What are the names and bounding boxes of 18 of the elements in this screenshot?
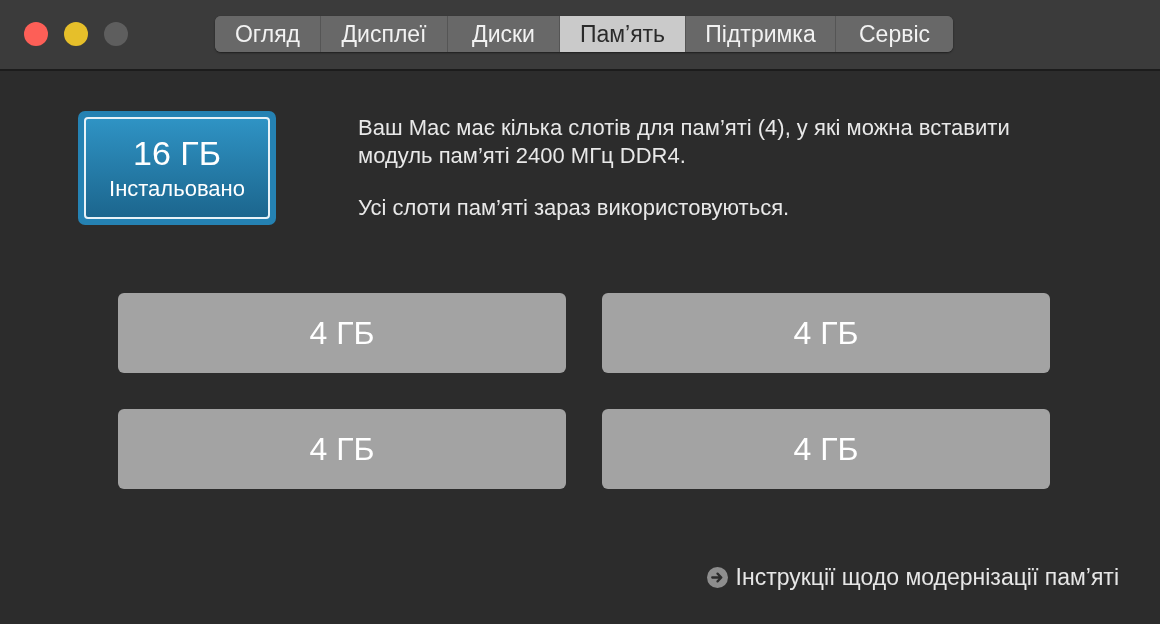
arrow-circle-icon — [706, 566, 728, 588]
memory-slot: 4 ГБ — [602, 293, 1050, 373]
memory-slot: 4 ГБ — [118, 409, 566, 489]
tab[interactable]: Огляд — [215, 16, 320, 52]
upgrade-instructions-link[interactable]: Інструкції щодо модернізації пам’яті — [735, 564, 1119, 590]
memory-slot: 4 ГБ — [602, 409, 1050, 489]
memory-slot: 4 ГБ — [118, 293, 566, 373]
tab[interactable]: Дисплеї — [320, 16, 447, 52]
tab[interactable]: Підтримка — [685, 16, 835, 52]
close-button[interactable] — [24, 22, 48, 46]
tab[interactable]: Пам’ять — [559, 16, 685, 52]
minimize-button[interactable] — [64, 22, 88, 46]
installed-amount: 16 ГБ — [133, 134, 221, 172]
description-text: Усі слоти пам’яті зараз використовуються. — [358, 194, 791, 222]
tab[interactable]: Сервіс — [835, 16, 953, 52]
installed-label: Інстальовано — [109, 176, 245, 202]
description-text: Ваш Mac має кілька слотів для пам’яті (4), у які можна вставити модуль пам’яті 2400 МГц DDR4. — [358, 114, 1011, 170]
tab[interactable]: Диски — [447, 16, 559, 52]
